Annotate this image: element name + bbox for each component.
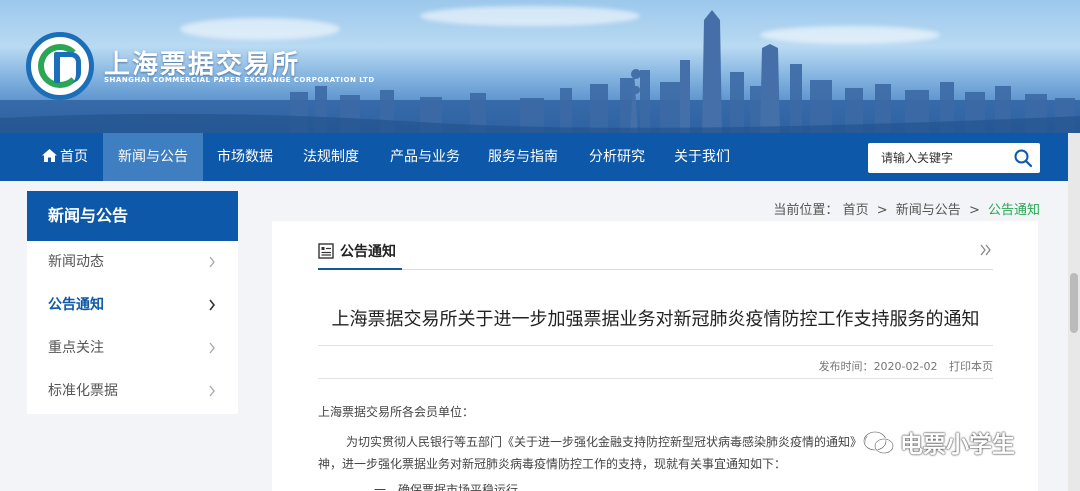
scrollbar[interactable] — [1068, 133, 1080, 491]
nav-home[interactable]: 首页 — [30, 133, 100, 181]
section-divider — [318, 269, 993, 270]
sidebar-item-label: 新闻动态 — [48, 254, 104, 270]
chevron-right-icon — [209, 256, 215, 268]
article-salutation: 上海票据交易所各会员单位： — [318, 405, 475, 419]
section-title-label: 公告通知 — [340, 244, 396, 260]
sidebar-item-label: 重点关注 — [48, 340, 104, 356]
article-subheading: 一、确保票据市场平稳运行 — [374, 483, 519, 491]
logo-icon[interactable] — [26, 32, 94, 100]
breadcrumb-separator: > — [968, 203, 980, 218]
sidebar-title: 新闻与公告 — [27, 191, 238, 241]
nav-services[interactable]: 服务与指南 — [478, 133, 568, 181]
sidebar-item-label: 公告通知 — [48, 297, 104, 313]
chevron-right-icon — [209, 385, 215, 397]
print-page-link[interactable]: 打印本页 — [949, 360, 993, 373]
wechat-watermark-icon — [863, 431, 894, 454]
document-list-icon — [318, 243, 334, 259]
nav-research[interactable]: 分析研究 — [578, 133, 656, 181]
nav-about[interactable]: 关于我们 — [663, 133, 741, 181]
search-input[interactable] — [869, 144, 1009, 172]
nav-news[interactable]: 新闻与公告 — [103, 133, 203, 181]
sidebar: 新闻与公告 新闻动态 公告通知 重点关注 标准化票据 — [27, 191, 238, 414]
article-title: 上海票据交易所关于进一步加强票据业务对新冠肺炎疫情防控工作支持服务的通知 — [331, 309, 980, 330]
sidebar-item-standard-bills[interactable]: 标准化票据 — [27, 370, 238, 413]
breadcrumb-prefix: 当前位置： — [773, 203, 839, 218]
nav-home-label: 首页 — [60, 149, 88, 165]
breadcrumb-parent[interactable]: 新闻与公告 — [896, 203, 961, 218]
double-chevron-right-icon[interactable] — [979, 243, 993, 257]
breadcrumb-current: 公告通知 — [987, 203, 1040, 218]
home-icon — [42, 149, 57, 162]
breadcrumb-separator: > — [876, 203, 888, 218]
scrollbar-thumb[interactable] — [1070, 273, 1078, 333]
chevron-right-icon — [209, 299, 216, 311]
sidebar-item-news[interactable]: 新闻动态 — [27, 241, 238, 284]
sidebar-item-focus[interactable]: 重点关注 — [27, 327, 238, 370]
nav-products[interactable]: 产品与业务 — [380, 133, 470, 181]
breadcrumb-home[interactable]: 首页 — [843, 203, 869, 218]
org-name-en: SHANGHAI COMMERCIAL PAPER EXCHANGE CORPO… — [104, 76, 375, 84]
sidebar-item-announcements[interactable]: 公告通知 — [27, 284, 238, 327]
search-icon[interactable] — [1013, 148, 1033, 168]
publish-date: 2020-02-02 — [873, 360, 938, 373]
section-title: 公告通知 — [318, 241, 396, 269]
article-meta: 发布时间：2020-02-02 打印本页 — [819, 358, 993, 374]
watermark-text: 电票小学生 — [900, 432, 1015, 458]
meta-divider — [318, 378, 993, 379]
nav-regulations[interactable]: 法规制度 — [291, 133, 371, 181]
nav-market-data[interactable]: 市场数据 — [205, 133, 285, 181]
chevron-right-icon — [209, 342, 215, 354]
title-divider — [318, 345, 993, 346]
main-nav: 首页 新闻与公告 市场数据 法规制度 产品与业务 服务与指南 分析研究 关于我们 — [0, 133, 1080, 181]
section-title-underline — [318, 268, 402, 270]
sidebar-item-label: 标准化票据 — [48, 383, 118, 399]
header-banner: 上海票据交易所 SHANGHAI COMMERCIAL PAPER EXCHAN… — [0, 0, 1080, 133]
breadcrumb: 当前位置： 首页 > 新闻与公告 > 公告通知 — [773, 199, 1040, 218]
search-box — [868, 143, 1040, 173]
publish-label: 发布时间： — [818, 360, 874, 373]
